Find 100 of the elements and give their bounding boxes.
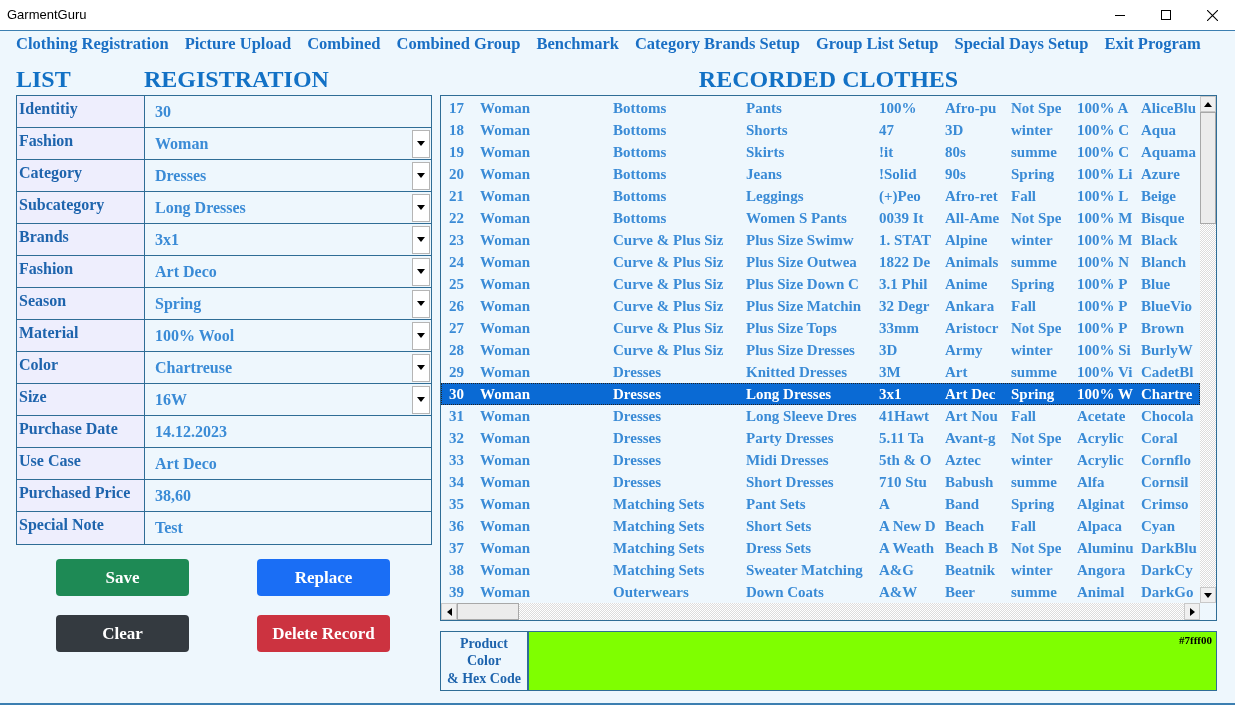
table-cell-text: Curve & Plus Siz [612, 342, 725, 358]
table-row[interactable]: 26 Woman Curve & Plus Siz Plus Size Matchin 32 Degr Ankara Fall 100% P BlueVio [441, 295, 1200, 317]
table-cell-text: 100% P [1076, 298, 1129, 314]
table-cell-text: Art [944, 364, 969, 380]
action-button[interactable]: Delete Record [257, 615, 390, 652]
dropdown-button[interactable] [412, 161, 430, 190]
table-row[interactable]: 30 Woman Dresses Long Dresses 3x1 Art Dec Spring 100% W Chartre [441, 383, 1200, 405]
table-cell-text: 21 [448, 188, 465, 204]
table-cell-text: Spring [1010, 276, 1056, 292]
table-row[interactable]: 17 Woman Bottoms Pants 100% Afro-pu Not Spe 100% A AliceBlu [441, 97, 1200, 119]
menu-item[interactable]: Category Brands Setup [634, 36, 800, 53]
action-button[interactable]: Replace [257, 559, 390, 596]
table-row[interactable]: 31 Woman Dresses Long Sleeve Dres 41Hawt Art Nou Fall Acetate Chocola [441, 405, 1200, 427]
table-cell-text: Curve & Plus Siz [612, 276, 725, 292]
scrollbar-thumb[interactable] [1200, 112, 1216, 224]
table-row[interactable]: 34 Woman Dresses Short Dresses 710 Stu Babush summe Alfa Cornsil [441, 471, 1200, 493]
vertical-scrollbar[interactable] [1200, 96, 1216, 603]
table-cell-text: Spring [1010, 386, 1056, 402]
table-cell-text: Anime [944, 276, 989, 292]
caret-icon [417, 332, 425, 339]
table-cell-text: winter [1010, 122, 1054, 138]
dropdown-button[interactable] [412, 193, 430, 222]
menu-item[interactable]: Combined Group [396, 36, 521, 53]
table-cell-text: !it [878, 144, 895, 160]
table-row[interactable]: 20 Woman Bottoms Jeans !Solid 90s Spring 100% Li Azure [441, 163, 1200, 185]
table-row[interactable]: 33 Woman Dresses Midi Dresses 5th & O Aztec winter Acrylic Cornflo [441, 449, 1200, 471]
scroll-down-button[interactable] [1200, 587, 1216, 603]
table-cell-text: 100% M [1076, 232, 1134, 248]
table-cell-text: Woman [479, 188, 531, 204]
menu-item[interactable]: Group List Setup [815, 36, 939, 53]
dropdown-field[interactable]: 100% Wool [145, 320, 431, 351]
table-cell-text: 100% N [1076, 254, 1131, 270]
menu-item[interactable]: Picture Upload [184, 36, 292, 53]
table-row[interactable]: 36 Woman Matching Sets Short Sets A New D Beach Fall Alpaca Cyan [441, 515, 1200, 537]
table-cell-text: 100% Si [1076, 342, 1132, 358]
table-row[interactable]: 19 Woman Bottoms Skirts !it 80s summe 100% C Aquama [441, 141, 1200, 163]
dropdown-field[interactable]: Long Dresses [145, 192, 431, 223]
dropdown-button[interactable] [412, 257, 430, 286]
dropdown-field[interactable]: 16W [145, 384, 431, 415]
table-cell-text: Chocola [1140, 408, 1195, 424]
table-cell-text: 19 [448, 144, 465, 160]
dropdown-field[interactable]: 3x1 [145, 224, 431, 255]
table-cell-text: Angora [1076, 562, 1127, 578]
menu-item[interactable]: Exit Program [1104, 36, 1201, 53]
table-row[interactable]: 18 Woman Bottoms Shorts 47 3D winter 100% C Aqua [441, 119, 1200, 141]
dropdown-button[interactable] [412, 353, 430, 382]
dropdown-button[interactable] [412, 225, 430, 254]
table-row[interactable]: 39 Woman Outerwears Down Coats A&W Beer summe Animal DarkGo [441, 581, 1200, 603]
table-row[interactable]: 22 Woman Bottoms Women S Pants 0039 It All-Ame Not Spe 100% M Bisque [441, 207, 1200, 229]
table-row[interactable]: 24 Woman Curve & Plus Siz Plus Size Outwea 1822 De Animals summe 100% N Blanch [441, 251, 1200, 273]
menu-item[interactable]: Benchmark [536, 36, 619, 53]
table-cell-text: Woman [479, 254, 531, 270]
scroll-up-button[interactable] [1200, 96, 1216, 112]
table-cell-text: Woman [479, 100, 531, 116]
table-row[interactable]: 28 Woman Curve & Plus Siz Plus Size Dresses 3D Army winter 100% Si BurlyW [441, 339, 1200, 361]
menu-item[interactable]: Special Days Setup [954, 36, 1089, 53]
dropdown-field[interactable]: Woman [145, 128, 431, 159]
scroll-right-button[interactable] [1184, 603, 1200, 620]
action-button[interactable]: Clear [56, 615, 189, 652]
table-row[interactable]: 25 Woman Curve & Plus Siz Plus Size Down C 3.1 Phil Anime Spring 100% P Blue [441, 273, 1200, 295]
dropdown-button[interactable] [412, 289, 430, 318]
table-cell-text: 32 Degr [878, 298, 931, 314]
text-field[interactable]: Test [145, 512, 431, 544]
scroll-left-button[interactable] [441, 603, 457, 620]
table-cell-text: summe [1010, 584, 1058, 600]
table-row[interactable]: 23 Woman Curve & Plus Siz Plus Size Swimw 1. STAT Alpine winter 100% M Black [441, 229, 1200, 251]
table-row[interactable]: 38 Woman Matching Sets Sweater Matching A&G Beatnik winter Angora DarkCy [441, 559, 1200, 581]
table-cell-text: A&W [878, 584, 919, 600]
table-row[interactable]: 29 Woman Dresses Knitted Dresses 3M Art summe 100% Vi CadetBl [441, 361, 1200, 383]
scrollbar-thumb[interactable] [457, 603, 519, 620]
dropdown-field[interactable]: Dresses [145, 160, 431, 191]
dropdown-field[interactable]: Spring [145, 288, 431, 319]
action-button[interactable]: Save [56, 559, 189, 596]
table-cell-text: !Solid [878, 166, 918, 182]
table-row[interactable]: 32 Woman Dresses Party Dresses 5.11 Ta Avant-g Not Spe Acrylic Coral [441, 427, 1200, 449]
table-cell-text: Fall [1010, 188, 1037, 204]
dropdown-button[interactable] [412, 385, 430, 414]
dropdown-field[interactable]: Chartreuse [145, 352, 431, 383]
horizontal-scrollbar[interactable] [441, 603, 1200, 620]
text-field[interactable]: 14.12.2023 [145, 416, 431, 447]
dropdown-button[interactable] [412, 321, 430, 350]
table-cell-text: Dresses [612, 474, 663, 490]
table-row[interactable]: 27 Woman Curve & Plus Siz Plus Size Tops 33mm Aristocr Not Spe 100% P Brown [441, 317, 1200, 339]
table-cell-text: 31 [448, 408, 465, 424]
table-cell-text: Long Sleeve Dres [745, 408, 858, 424]
field-label: Purchased Price [17, 480, 145, 511]
table-cell-text: Blue [1140, 276, 1172, 292]
text-field[interactable]: 30 [145, 96, 431, 127]
table-cell-text: Ankara [944, 298, 996, 314]
menu-item[interactable]: Clothing Registration [16, 36, 169, 53]
table-cell-text: Woman [479, 518, 531, 534]
table-row[interactable]: 37 Woman Matching Sets Dress Sets A Weath Beach B Not Spe Aluminu DarkBlu [441, 537, 1200, 559]
table-cell-text: Bottoms [612, 122, 668, 138]
dropdown-button[interactable] [412, 129, 430, 158]
table-row[interactable]: 21 Woman Bottoms Leggings (+)Peo Afro-ret Fall 100% L Beige [441, 185, 1200, 207]
dropdown-field[interactable]: Art Deco [145, 256, 431, 287]
table-row[interactable]: 35 Woman Matching Sets Pant Sets A Band Spring Alginat Crimso [441, 493, 1200, 515]
text-field[interactable]: 38,60 [145, 480, 431, 511]
menu-item[interactable]: Combined [307, 36, 381, 53]
text-field[interactable]: Art Deco [145, 448, 431, 479]
